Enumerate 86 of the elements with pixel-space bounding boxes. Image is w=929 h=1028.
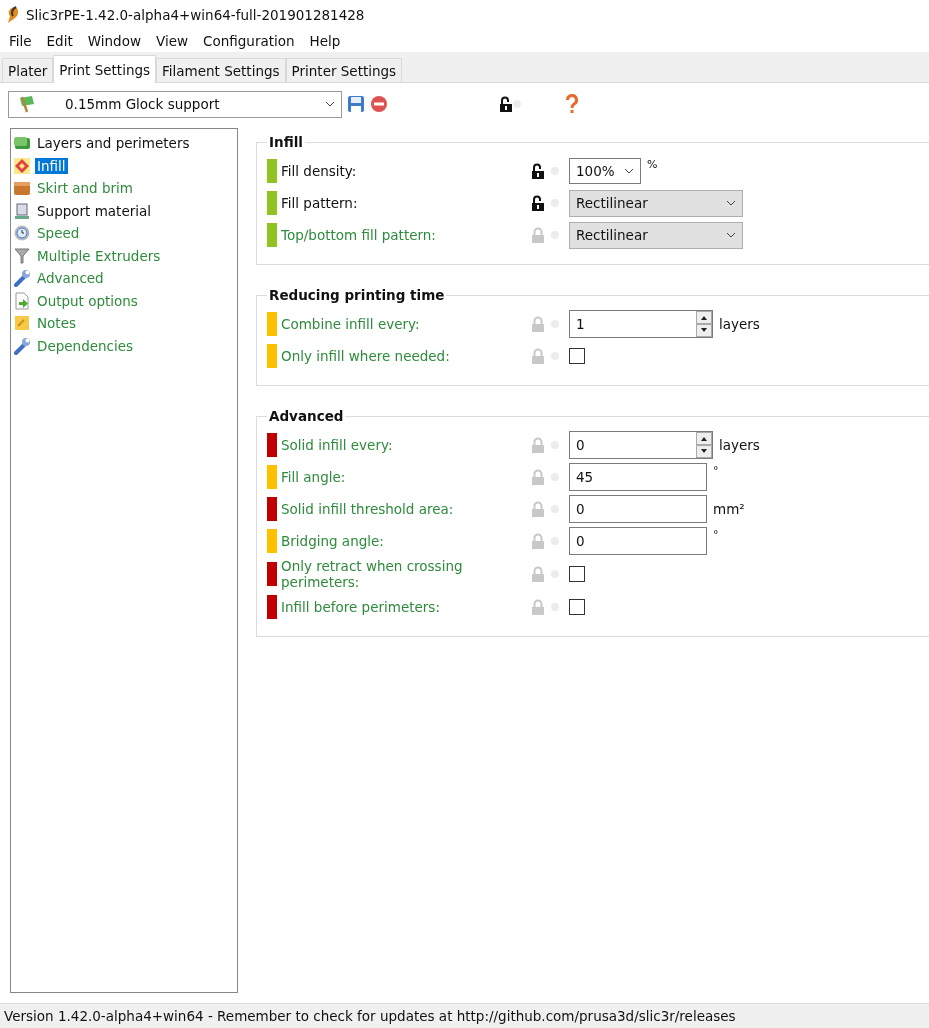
option-label: Top/bottom fill pattern:: [280, 227, 437, 243]
caret-icon: [325, 101, 335, 107]
spin-arrows-icon[interactable]: [696, 311, 712, 337]
wrench-icon: [13, 336, 31, 355]
field-value: 1: [576, 316, 585, 332]
choice-dropdown[interactable]: Rectilinear: [569, 221, 743, 249]
page-list-item[interactable]: Notes: [35, 315, 78, 332]
clock-icon: [13, 224, 31, 243]
document-arrow-icon: [13, 291, 31, 310]
status-text: Version 1.42.0-alpha4+win64 - Remember to check for updates at http://github.com/prusa3d/slic3r/releases: [4, 1008, 736, 1024]
unlocked-padlock-icon[interactable]: [531, 163, 545, 179]
menu-item[interactable]: Edit: [39, 33, 81, 49]
preset-value: 0.15mm Glock support: [65, 96, 221, 112]
option-label: Only infill where needed:: [280, 348, 451, 364]
group-title: Infill: [268, 134, 304, 150]
spin-arrows-icon[interactable]: [696, 432, 712, 458]
page-list-item[interactable]: Multiple Extruders: [35, 247, 163, 264]
option-label: Fill pattern:: [280, 195, 359, 211]
caret-icon: [726, 232, 736, 238]
menu-item[interactable]: View: [149, 33, 197, 49]
caret-icon: [726, 200, 736, 206]
menu-item[interactable]: File: [2, 33, 40, 49]
choice-dropdown[interactable]: Rectilinear: [569, 189, 743, 217]
page-list-item[interactable]: Infill: [35, 157, 68, 174]
option-label: Only retract when crossing perimeters:: [280, 558, 464, 590]
group-title: Reducing printing time: [268, 287, 446, 303]
tab[interactable]: Plater: [2, 58, 54, 82]
unit-label: %: [647, 158, 658, 171]
value-dropdown[interactable]: 100%: [569, 158, 641, 184]
unlocked-padlock-icon[interactable]: [531, 195, 545, 211]
delete-icon[interactable]: [370, 95, 388, 113]
menu-item[interactable]: Window: [80, 33, 149, 49]
box-icon: [13, 179, 31, 198]
field-value: 0: [576, 437, 585, 453]
page-list-item[interactable]: Advanced: [35, 270, 106, 287]
option-label: Bridging angle:: [280, 533, 385, 549]
tab[interactable]: Filament Settings: [156, 58, 286, 82]
checkbox[interactable]: [569, 348, 585, 364]
input-field[interactable]: 0: [569, 495, 707, 523]
field-value: Rectilinear: [576, 195, 648, 211]
unit-label: °: [713, 528, 719, 541]
option-label: Infill before perimeters:: [280, 599, 441, 615]
unit-label: layers: [719, 437, 760, 453]
menu-item[interactable]: Configuration: [196, 33, 303, 49]
group-title: Advanced: [268, 408, 345, 424]
wrench-icon: [13, 269, 31, 288]
page-list-item[interactable]: Layers and perimeters: [35, 135, 192, 152]
field-value: 0: [576, 501, 585, 517]
page-list-item[interactable]: Speed: [35, 225, 82, 242]
option-label: Fill angle:: [280, 469, 347, 485]
option-label: Solid infill threshold area:: [280, 501, 455, 517]
note-icon: [13, 314, 31, 333]
page-list-item[interactable]: Output options: [35, 292, 140, 309]
input-field[interactable]: 0: [569, 527, 707, 555]
preset-dropdown[interactable]: 0.15mm Glock support: [8, 90, 342, 118]
save-icon[interactable]: [347, 95, 365, 113]
field-value: 0: [576, 533, 585, 549]
tab[interactable]: Print Settings: [53, 55, 157, 83]
spin-field[interactable]: 0: [569, 431, 713, 459]
unit-label: layers: [719, 316, 760, 332]
window-title: Slic3rPE-1.42.0-alpha4+win64-full-201901281428: [26, 7, 365, 23]
app-logo-icon: [6, 6, 20, 24]
option-label: Solid infill every:: [280, 437, 394, 453]
help-icon[interactable]: [565, 94, 579, 114]
tab[interactable]: Printer Settings: [285, 58, 403, 82]
field-value: 100%: [576, 163, 615, 179]
support-icon: [13, 201, 31, 220]
page-list-item[interactable]: Skirt and brim: [35, 180, 135, 197]
spin-field[interactable]: 1: [569, 310, 713, 338]
page-list-item[interactable]: Support material: [35, 202, 153, 219]
option-label: Fill density:: [280, 163, 358, 179]
input-field[interactable]: 45: [569, 463, 707, 491]
checkbox[interactable]: [569, 599, 585, 615]
field-value: 45: [576, 469, 594, 485]
caret-icon: [624, 168, 634, 174]
field-value: Rectilinear: [576, 227, 648, 243]
funnel-icon: [13, 246, 31, 265]
menu-item[interactable]: Help: [302, 33, 349, 49]
unlocked-padlock-icon[interactable]: [499, 96, 513, 112]
infill-icon: [13, 156, 31, 175]
unit-label: mm²: [713, 501, 745, 517]
dot-icon: [513, 100, 521, 108]
unit-label: °: [713, 464, 719, 477]
option-label: Combine infill every:: [280, 316, 421, 332]
checkbox[interactable]: [569, 566, 585, 582]
page-list-item[interactable]: Dependencies: [35, 337, 136, 354]
